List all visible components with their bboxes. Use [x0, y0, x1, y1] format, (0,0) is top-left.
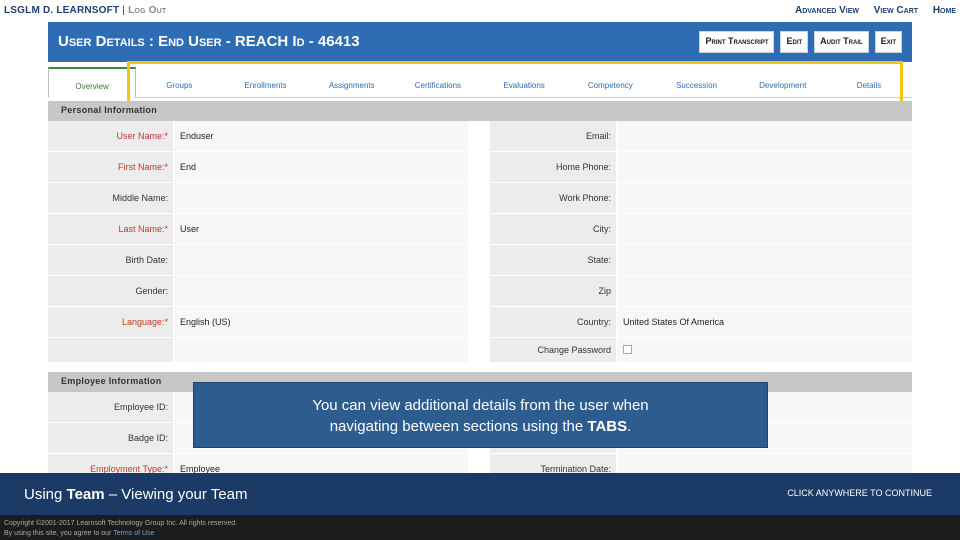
- middle-name-label: Middle Name:: [48, 183, 173, 213]
- tab-competency[interactable]: Competency: [567, 68, 653, 97]
- callout-line-2-text: navigating between sections using the: [329, 418, 588, 435]
- language-value: English (US): [174, 307, 468, 337]
- tab-succession[interactable]: Succession: [653, 68, 739, 97]
- birth-date-value: [174, 245, 468, 275]
- advanced-view-link[interactable]: Advanced View: [795, 5, 859, 16]
- top-bar: LSGLM D. LEARNSOFT | Log Out Advanced View…: [0, 0, 960, 22]
- tab-assignments[interactable]: Assignments: [309, 68, 395, 97]
- form-row: Change Password: [48, 338, 912, 362]
- copyright-text: Copyright ©2001-2017 Learnsoft Technolog…: [4, 520, 238, 527]
- first-name-label: First Name:*: [48, 152, 173, 182]
- last-name-value: User: [174, 214, 468, 244]
- zip-value: [617, 276, 912, 306]
- state-label: State:: [490, 245, 616, 275]
- terms-of-use-link[interactable]: Terms of Use: [113, 530, 154, 537]
- page-footer: Copyright ©2001-2017 Learnsoft Technolog…: [0, 515, 960, 540]
- page-title: User Details : End User - REACH Id - 464…: [58, 33, 360, 50]
- change-password-field: [617, 338, 912, 362]
- callout-tabs-emphasis: TABS: [587, 418, 628, 435]
- tab-details[interactable]: Details: [826, 68, 912, 97]
- logout-link[interactable]: Log Out: [128, 5, 166, 16]
- middle-name-value: [174, 183, 468, 213]
- home-link[interactable]: Home: [933, 5, 956, 16]
- city-value: [617, 214, 912, 244]
- print-transcript-button[interactable]: Print Transcript: [699, 31, 775, 53]
- view-cart-link[interactable]: View Cart: [874, 5, 918, 16]
- tab-enrollments[interactable]: Enrollments: [222, 68, 308, 97]
- tutorial-title-pre: Using: [24, 486, 67, 503]
- employee-id-label: Employee ID:: [48, 392, 173, 422]
- empty-label: [48, 338, 173, 362]
- gender-label: Gender:: [48, 276, 173, 306]
- country-label: Country:: [490, 307, 616, 337]
- terms-line: By using this site, you agree to our Ter…: [4, 529, 956, 539]
- language-label: Language:*: [48, 307, 173, 337]
- user-name-value: Enduser: [174, 121, 468, 151]
- form-row: Middle Name: Work Phone:: [48, 183, 912, 214]
- page-header: User Details : End User - REACH Id - 464…: [48, 22, 912, 62]
- gender-value: [174, 276, 468, 306]
- email-label: Email:: [490, 121, 616, 151]
- callout-period: .: [627, 418, 632, 435]
- tab-overview[interactable]: Overview: [48, 67, 137, 98]
- callout-line-2: navigating between sections using the TA…: [194, 416, 767, 437]
- tab-bar: Overview Groups Enrollments Assignments …: [48, 67, 912, 98]
- home-phone-label: Home Phone:: [490, 152, 616, 182]
- work-phone-label: Work Phone:: [490, 183, 616, 213]
- callout-line-1: You can view additional details from the…: [312, 397, 649, 414]
- empty-value: [174, 338, 468, 362]
- work-phone-value: [617, 183, 912, 213]
- brand-separator: |: [122, 5, 126, 16]
- birth-date-label: Birth Date:: [48, 245, 173, 275]
- last-name-label: Last Name:*: [48, 214, 173, 244]
- form-row: Birth Date: State:: [48, 245, 912, 276]
- header-buttons: Print Transcript Edit Audit Trail Exit: [699, 31, 902, 53]
- home-phone-value: [617, 152, 912, 182]
- form-row: Gender: Zip: [48, 276, 912, 307]
- tutorial-callout: You can view additional details from the…: [193, 382, 768, 448]
- change-password-checkbox[interactable]: [623, 345, 632, 354]
- tutorial-title-post: – Viewing your Team: [104, 486, 248, 503]
- form-row: Language:* English (US) Country: United …: [48, 307, 912, 338]
- tab-certifications[interactable]: Certifications: [395, 68, 481, 97]
- user-name-label: User Name:*: [48, 121, 173, 151]
- top-links: Advanced View View Cart Home: [783, 5, 956, 16]
- edit-button[interactable]: Edit: [780, 31, 809, 53]
- brand: LSGLM D. LEARNSOFT | Log Out: [4, 5, 166, 16]
- tab-groups[interactable]: Groups: [136, 68, 222, 97]
- tab-evaluations[interactable]: Evaluations: [481, 68, 567, 97]
- audit-trail-button[interactable]: Audit Trail: [814, 31, 869, 53]
- tab-development[interactable]: Development: [740, 68, 826, 97]
- country-value: United States Of America: [617, 307, 912, 337]
- tutorial-title-bold: Team: [66, 486, 105, 503]
- terms-agree-text: By using this site, you agree to our: [4, 530, 114, 537]
- city-label: City:: [490, 214, 616, 244]
- state-value: [617, 245, 912, 275]
- form-row: First Name:* End Home Phone:: [48, 152, 912, 183]
- brand-name: LSGLM D. LEARNSOFT: [4, 5, 120, 16]
- zip-label: Zip: [490, 276, 616, 306]
- continue-prompt[interactable]: CLICK ANYWHERE TO CONTINUE: [787, 488, 932, 498]
- email-value: [617, 121, 912, 151]
- exit-button[interactable]: Exit: [874, 31, 902, 53]
- first-name-value: End: [174, 152, 468, 182]
- change-password-label: Change Password: [490, 338, 616, 362]
- tutorial-bottom-bar[interactable]: Using Team – Viewing your Team CLICK ANY…: [0, 473, 960, 515]
- form-row: User Name:* Enduser Email:: [48, 121, 912, 152]
- personal-info-form: User Name:* Enduser Email: First Name:* …: [48, 121, 912, 362]
- tutorial-title: Using Team – Viewing your Team: [24, 486, 247, 503]
- personal-info-heading: Personal Information: [48, 101, 912, 121]
- badge-id-label: Badge ID:: [48, 423, 173, 453]
- form-row: Last Name:* User City:: [48, 214, 912, 245]
